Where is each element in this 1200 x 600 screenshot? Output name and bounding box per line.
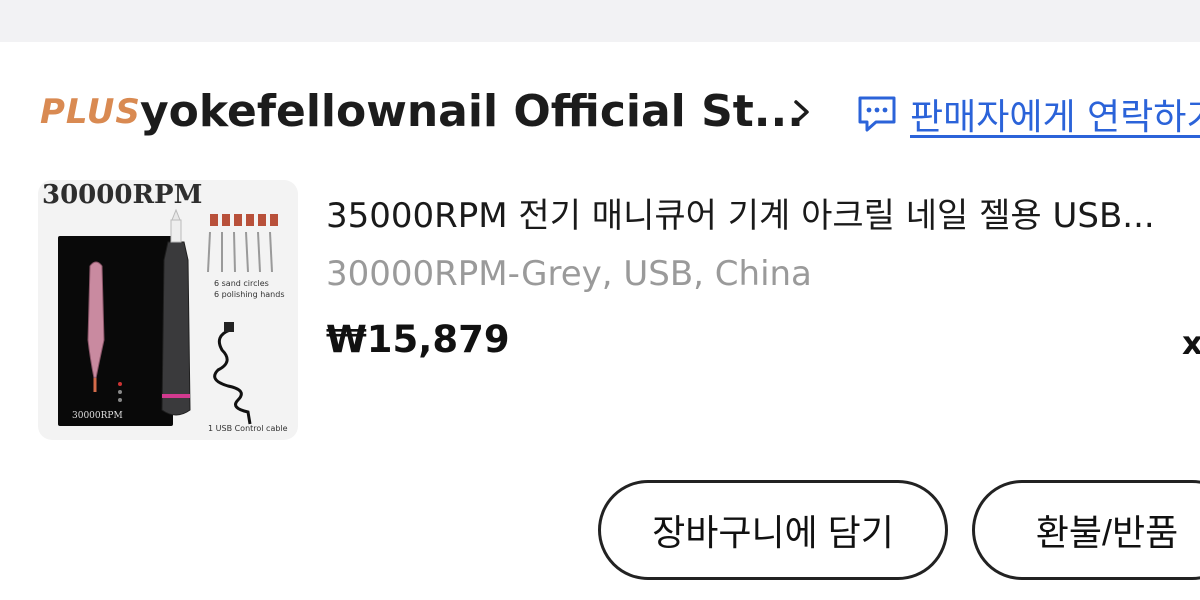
chevron-right-icon[interactable] (790, 96, 814, 128)
thumbnail-cable-text: 1 USB Control cable (208, 424, 288, 433)
refund-return-button[interactable]: 환불/반품 (972, 480, 1200, 580)
thumbnail-box-text: 30000RPM (72, 411, 123, 421)
section-divider (0, 0, 1200, 42)
nail-drill-illustration (87, 208, 278, 425)
bits-text-line1: 6 sand circles (214, 279, 269, 288)
bits-text-line2: 6 polishing hands (214, 290, 285, 299)
product-title[interactable]: 35000RPM 전기 매니큐어 기계 아크릴 네일 젤용 USB... (326, 188, 1155, 237)
chat-icon (858, 96, 896, 132)
product-quantity: x1 (1182, 324, 1200, 362)
product-variant: 30000RPM-Grey, USB, China (326, 254, 812, 294)
product-price: ₩15,879 (326, 318, 510, 361)
product-thumbnail[interactable]: 30000RPM 6 sand circles 6 polishing hand… (38, 180, 298, 440)
store-header[interactable]: PLUS yokefellownail Official St... 판매자에게… (0, 84, 1200, 146)
order-item-page: PLUS yokefellownail Official St... 판매자에게… (0, 0, 1200, 600)
add-to-cart-button[interactable]: 장바구니에 담기 (598, 480, 948, 580)
store-name[interactable]: yokefellownail Official St... (140, 86, 804, 137)
plus-badge: PLUS (40, 92, 141, 132)
contact-seller-label[interactable]: 판매자에게 연락하기 (910, 88, 1200, 140)
thumbnail-bits-text: 6 sand circles 6 polishing hands (214, 278, 285, 300)
